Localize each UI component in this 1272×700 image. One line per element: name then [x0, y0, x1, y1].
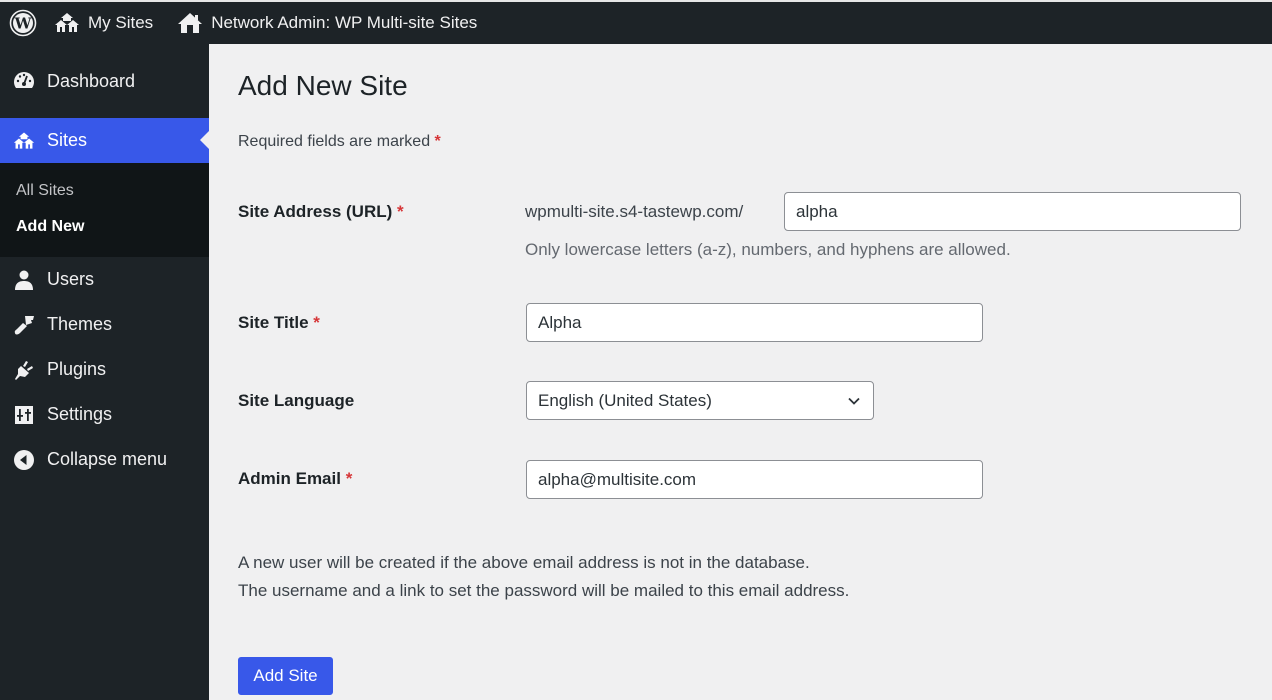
required-marker: * — [313, 313, 320, 332]
settings-icon — [12, 403, 36, 427]
page-title: Add New Site — [238, 70, 408, 101]
admin-email-label: Admin Email * — [238, 469, 352, 489]
admin-email-input[interactable]: alpha@multisite.com — [526, 460, 983, 499]
admin-email-label-text: Admin Email — [238, 469, 341, 488]
sidebar-item-dashboard[interactable]: Dashboard — [0, 44, 209, 118]
home-icon — [178, 13, 203, 33]
site-title-label-text: Site Title — [238, 313, 309, 332]
site-title-input[interactable]: Alpha — [526, 303, 983, 342]
admin-sidebar: Dashboard Sites All Sites Add New Users … — [0, 44, 209, 700]
my-sites-menu[interactable]: My Sites — [46, 2, 167, 44]
site-address-label: Site Address (URL) * — [238, 202, 404, 222]
site-address-label-text: Site Address (URL) — [238, 202, 393, 221]
site-address-hint: Only lowercase letters (a-z), numbers, a… — [525, 240, 1011, 259]
sidebar-item-label: Collapse menu — [47, 449, 168, 469]
new-user-info-line-2: The username and a link to set the passw… — [238, 581, 850, 600]
active-menu-pointer — [200, 131, 209, 149]
sidebar-item-label: Dashboard — [47, 70, 136, 91]
submenu-item-add-new[interactable]: Add New — [0, 209, 209, 245]
new-user-info-line-1: A new user will be created if the above … — [238, 553, 810, 572]
required-marker: * — [345, 469, 353, 488]
required-fields-note: Required fields are marked * — [238, 133, 441, 151]
site-address-input[interactable]: alpha — [784, 192, 1241, 231]
chevron-down-icon — [848, 397, 860, 405]
my-sites-label: My Sites — [88, 13, 154, 32]
site-address-prefix: wpmulti-site.s4-tastewp.com/ — [525, 202, 744, 221]
dashboard-icon — [12, 69, 36, 93]
sidebar-item-sites[interactable]: Sites — [0, 118, 209, 163]
site-language-label-text: Site Language — [238, 391, 355, 410]
sites-icon — [12, 129, 36, 153]
users-icon — [12, 268, 36, 292]
sidebar-item-label: Sites — [47, 130, 88, 150]
required-marker: * — [397, 202, 404, 221]
sites-submenu: All Sites Add New — [0, 163, 209, 257]
add-site-button[interactable]: Add Site — [238, 657, 333, 695]
plugins-icon — [12, 358, 36, 382]
wordpress-logo-button[interactable]: W — [0, 2, 46, 44]
site-title-label: Site Title * — [238, 313, 320, 333]
wordpress-logo-icon: W — [9, 9, 37, 37]
themes-icon — [12, 313, 36, 337]
network-admin-label: Network Admin: WP Multi-site Sites — [211, 13, 478, 32]
sidebar-item-themes[interactable]: Themes — [0, 302, 209, 347]
sites-icon — [55, 13, 79, 32]
site-language-value: English (United States) — [538, 390, 712, 410]
sidebar-item-label: Themes — [47, 314, 113, 334]
sidebar-item-label: Settings — [47, 404, 113, 424]
svg-text:W: W — [14, 15, 33, 33]
sidebar-item-label: Users — [47, 269, 95, 289]
site-language-select[interactable]: English (United States) — [526, 381, 874, 420]
network-admin-menu[interactable]: Network Admin: WP Multi-site Sites — [167, 2, 477, 44]
sidebar-item-label: Plugins — [47, 359, 107, 379]
collapse-icon — [12, 448, 36, 472]
admin-bar: W My Sites Network Admin: WP Multi-site … — [0, 0, 1272, 44]
required-marker: * — [434, 133, 441, 150]
site-language-label: Site Language — [238, 391, 354, 411]
submenu-item-all-sites[interactable]: All Sites — [0, 173, 209, 209]
sidebar-item-collapse-menu[interactable]: Collapse menu — [0, 437, 209, 482]
required-note-text: Required fields are marked — [238, 133, 431, 150]
sidebar-item-users[interactable]: Users — [0, 257, 209, 302]
sidebar-item-plugins[interactable]: Plugins — [0, 347, 209, 392]
sidebar-item-settings[interactable]: Settings — [0, 392, 209, 437]
